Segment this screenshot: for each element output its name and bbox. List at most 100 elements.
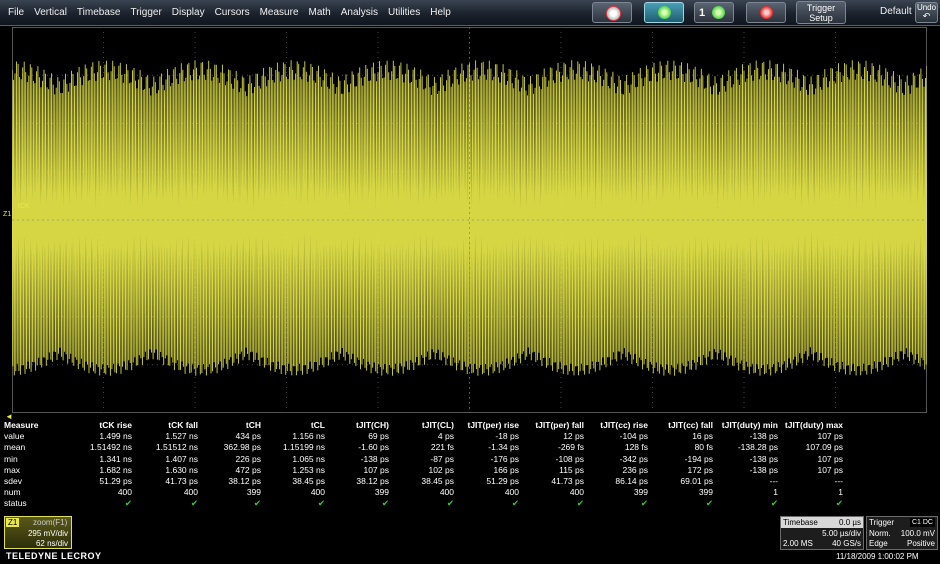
- measure-cell: ✔: [770, 498, 778, 509]
- measure-column-header[interactable]: tJIT(CL): [384, 420, 454, 431]
- menu-math[interactable]: Math: [304, 0, 336, 25]
- trigger-type: Edge: [869, 539, 888, 548]
- menu-help[interactable]: Help: [425, 0, 456, 25]
- measure-cell: 51.29 ps: [486, 476, 519, 486]
- measure-cell: 107 ps: [817, 464, 843, 475]
- measure-cell: 107.09 ps: [805, 442, 843, 453]
- timebase-descriptor[interactable]: Timebase 0.0 µs 5.00 µs/div 2.00 MS 40 G…: [780, 516, 864, 550]
- measure-cell: 362.98 ps: [223, 442, 261, 453]
- measure-row: sdev 51.29 ps 41.73 ps 38.12 ps 38.45 ps 38.1…: [0, 476, 940, 487]
- measure-row-label: num: [4, 487, 21, 498]
- undo-button[interactable]: Undo ↶: [915, 2, 938, 23]
- single-trigger-button[interactable]: 1: [694, 2, 734, 23]
- zoom-trace-marker[interactable]: Z1: [3, 211, 11, 218]
- green-light-icon: [712, 6, 725, 19]
- timebase-delay: 0.0 µs: [839, 518, 861, 527]
- measure-cell: 226 ps: [235, 453, 261, 464]
- measure-cell: ✔: [576, 498, 584, 509]
- measure-row: mean 1.51492 ns 1.51512 ns 362.98 ps 1.15199…: [0, 442, 940, 453]
- timebase-rate: 40 GS/s: [832, 539, 861, 548]
- trigger-descriptor[interactable]: Trigger C1 DC Norm. 100.0 mV Edge Positi…: [866, 516, 938, 550]
- timebase-header: Timebase 0.0 µs: [781, 517, 863, 528]
- measure-cell: 400: [569, 487, 584, 498]
- menu-measure[interactable]: Measure: [255, 0, 304, 25]
- measure-cell: 51.29 ps: [99, 476, 132, 486]
- measure-column-header[interactable]: tJIT(cc) fall: [643, 420, 713, 431]
- measure-cell: 86.14 ps: [615, 476, 648, 486]
- trace-label: tCK: [18, 203, 30, 210]
- measure-cell: 38.12 ps: [228, 476, 261, 486]
- measure-cell: 41.73 ps: [551, 476, 584, 486]
- measure-cell: 38.45 ps: [421, 476, 454, 486]
- measure-column-header[interactable]: tJIT(per) fall: [514, 420, 584, 431]
- measure-cell: ✔: [705, 498, 713, 509]
- measure-cell: 221 fs: [430, 442, 454, 453]
- measure-cell: -176 ps: [490, 453, 519, 464]
- measure-cell: 1.156 ns: [292, 431, 325, 442]
- measure-cell: 400: [117, 487, 132, 498]
- stop-trigger-button[interactable]: [746, 2, 786, 23]
- timebase-scale: 5.00 µs/div: [822, 529, 861, 538]
- measure-cell: -104 ps: [619, 431, 648, 442]
- measure-cell: 4 ps: [437, 431, 454, 442]
- measure-column-header[interactable]: tCL: [255, 420, 325, 431]
- measure-column-header[interactable]: tJIT(CH): [319, 420, 389, 431]
- measure-column-header[interactable]: tJIT(cc) rise: [578, 420, 648, 431]
- single-count-label: 1: [699, 7, 706, 19]
- trigger-mode: Norm.: [869, 529, 891, 538]
- menu-bar: File Vertical Timebase Trigger Display Cursor…: [0, 0, 940, 26]
- measure-cell: -138 ps: [360, 453, 389, 464]
- measure-cell: 236 ps: [622, 464, 648, 475]
- trigger-setup-button[interactable]: Trigger Setup: [796, 1, 846, 24]
- trigger-title: Trigger: [869, 518, 895, 527]
- menu-display[interactable]: Display: [167, 0, 210, 25]
- measure-cell: ✔: [381, 498, 389, 509]
- measure-cell: -138 ps: [749, 453, 778, 464]
- menu-utilities[interactable]: Utilities: [383, 0, 425, 25]
- measure-column-header[interactable]: tJIT(duty) min: [708, 420, 778, 431]
- default-setup-label[interactable]: Default: [880, 6, 912, 17]
- menu-file[interactable]: File: [3, 0, 29, 25]
- measure-cell: 400: [439, 487, 454, 498]
- measure-cell: 400: [310, 487, 325, 498]
- measure-title[interactable]: Measure: [4, 420, 39, 431]
- menu-cursors[interactable]: Cursors: [210, 0, 255, 25]
- menu-timebase[interactable]: Timebase: [72, 0, 126, 25]
- measure-cell: 1.065 ns: [292, 453, 325, 464]
- menu-vertical[interactable]: Vertical: [29, 0, 72, 25]
- clock-icon: [606, 6, 621, 21]
- menu-analysis[interactable]: Analysis: [336, 0, 383, 25]
- normal-trigger-button[interactable]: [644, 2, 684, 23]
- measure-column-header[interactable]: tCK rise: [62, 420, 132, 431]
- measure-row-label: sdev: [4, 476, 22, 486]
- measure-row: value 1.499 ns 1.527 ns 434 ps 1.156 ns 69 ps…: [0, 431, 940, 442]
- menu-trigger[interactable]: Trigger: [125, 0, 166, 25]
- measure-cell: 400: [504, 487, 519, 498]
- measure-header-row: Measure tCK rise tCK fall tCH tCL tJIT(CH) tJI…: [0, 420, 940, 431]
- measure-column-header[interactable]: tCK fall: [128, 420, 198, 431]
- zoom-vertical-scale: 295 mV/div: [27, 529, 68, 538]
- measure-cell: -1.34 ps: [488, 442, 519, 453]
- measure-column-header[interactable]: tJIT(per) rise: [449, 420, 520, 431]
- measure-cell: -269 fs: [558, 442, 584, 453]
- measure-cell: 1.51512 ns: [155, 442, 198, 453]
- measure-column-header[interactable]: tJIT(duty) max: [773, 420, 843, 431]
- auto-trigger-button[interactable]: [592, 2, 632, 23]
- zoom-trace-descriptor[interactable]: Z1 zoom(F1) 295 mV/div 62 ns/div: [4, 516, 72, 549]
- measure-cell: 1: [773, 487, 778, 498]
- measure-cell: 38.12 ps: [356, 476, 389, 486]
- waveform-grid[interactable]: [12, 27, 927, 413]
- measure-cell: 1.253 ns: [292, 464, 325, 475]
- measure-cell: 69.01 ps: [680, 476, 713, 486]
- timestamp: 11/18/2009 1:00:02 PM: [836, 552, 919, 561]
- measure-cell: 107 ps: [817, 431, 843, 442]
- red-light-icon: [760, 6, 773, 19]
- measure-cell: 1.682 ns: [99, 464, 132, 475]
- measure-cell: 166 ps: [493, 464, 519, 475]
- trigger-slope: Positive: [906, 539, 935, 548]
- measure-cell: -108 ps: [555, 453, 584, 464]
- measure-cell: 1.51492 ns: [89, 442, 132, 453]
- measure-cell: 434 ps: [235, 431, 261, 442]
- measure-cell: -138.28 ps: [737, 442, 778, 453]
- measure-column-header[interactable]: tCH: [191, 420, 261, 431]
